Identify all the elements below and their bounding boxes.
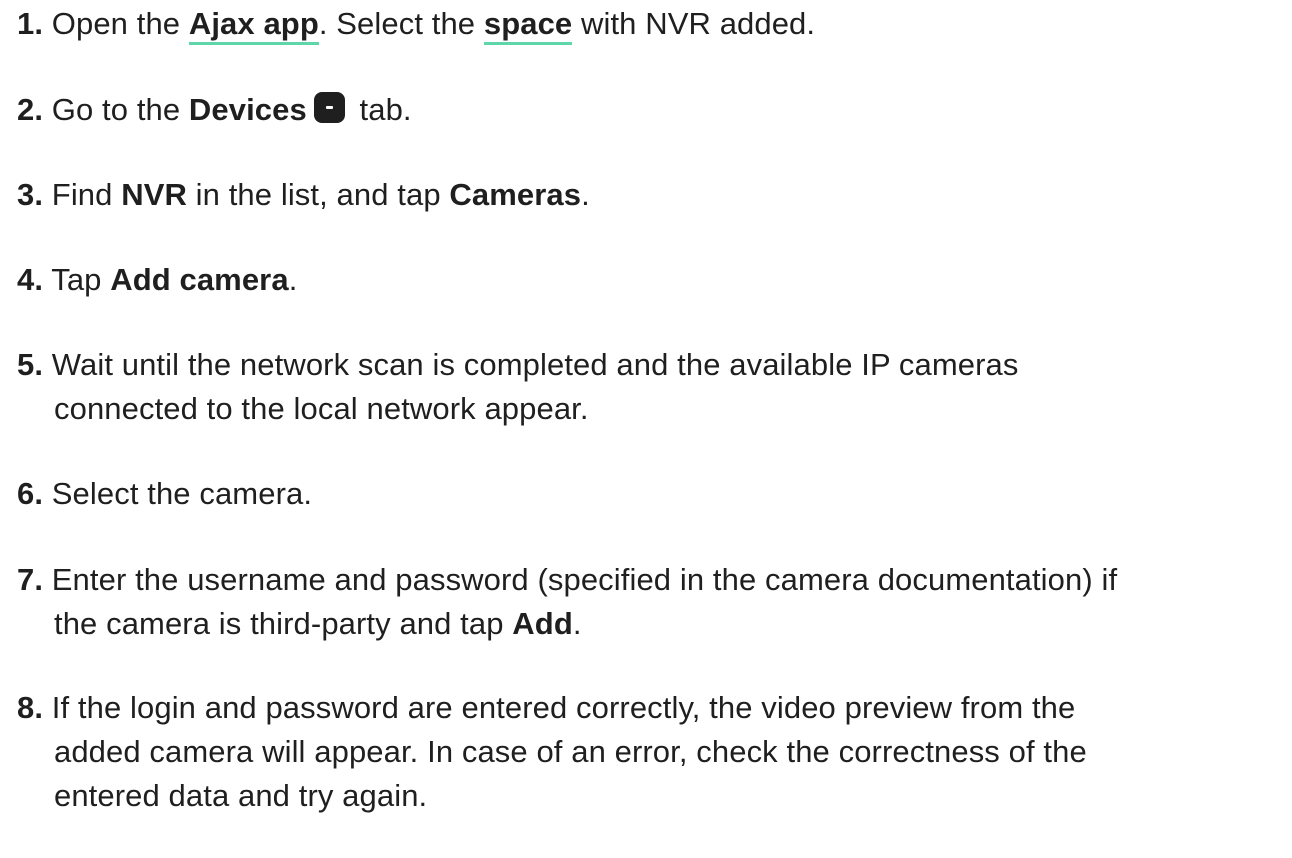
step-2: 2. Go to the Devices tab. — [17, 88, 412, 132]
step-text: the camera is third-party and tap — [54, 606, 513, 641]
step-text: . Select the — [318, 6, 484, 41]
step-4: 4. Tap Add camera. — [17, 258, 297, 302]
nvr-label: NVR — [121, 177, 187, 212]
add-camera-label: Add camera — [110, 262, 289, 297]
step-text: Enter the username and password (specifi… — [51, 562, 1118, 597]
step-number: 2. — [17, 92, 44, 127]
step-number: 4. — [17, 262, 44, 297]
space-link[interactable]: space — [483, 6, 573, 45]
step-number: 6. — [17, 476, 44, 511]
step-text: Go to the — [51, 92, 189, 127]
add-label: Add — [512, 606, 573, 641]
step-text: Open the — [51, 6, 189, 41]
step-text-continued: connected to the local network appear. — [54, 391, 589, 426]
step-3: 3. Find NVR in the list, and tap Cameras… — [17, 173, 590, 217]
step-8: 8. If the login and password are entered… — [17, 686, 1087, 818]
step-number: 7. — [17, 562, 44, 597]
ajax-app-link[interactable]: Ajax app — [188, 6, 319, 45]
devices-tab-icon — [313, 92, 345, 123]
step-1: 1. Open the Ajax app. Select the space w… — [17, 2, 815, 46]
step-7: 7. Enter the username and password (spec… — [17, 558, 1117, 646]
step-text: tab. — [350, 92, 412, 127]
step-text: . — [581, 177, 590, 212]
step-text-continued: the camera is third-party and tap Add. — [17, 602, 1117, 646]
step-number: 5. — [17, 347, 44, 382]
step-number: 8. — [17, 690, 44, 725]
cameras-label: Cameras — [449, 177, 582, 212]
step-6: 6. Select the camera. — [17, 472, 312, 516]
devices-label: Devices — [188, 92, 307, 127]
step-text: Wait until the network scan is completed… — [51, 347, 1019, 382]
step-text-continued: entered data and try again. — [54, 778, 428, 813]
step-text: If the login and password are entered co… — [51, 690, 1076, 725]
step-number: 3. — [17, 177, 44, 212]
step-text: in the list, and tap — [186, 177, 450, 212]
step-text: . — [288, 262, 298, 297]
step-text: Select the camera. — [51, 476, 313, 511]
step-5: 5. Wait until the network scan is comple… — [17, 343, 1018, 431]
step-text-continued: added camera will appear. In case of an … — [54, 734, 1087, 769]
step-text: with NVR added. — [572, 6, 816, 41]
step-text: . — [572, 606, 582, 641]
step-text: Tap — [51, 262, 111, 297]
step-number: 1. — [17, 6, 44, 41]
step-text: Find — [51, 177, 122, 212]
